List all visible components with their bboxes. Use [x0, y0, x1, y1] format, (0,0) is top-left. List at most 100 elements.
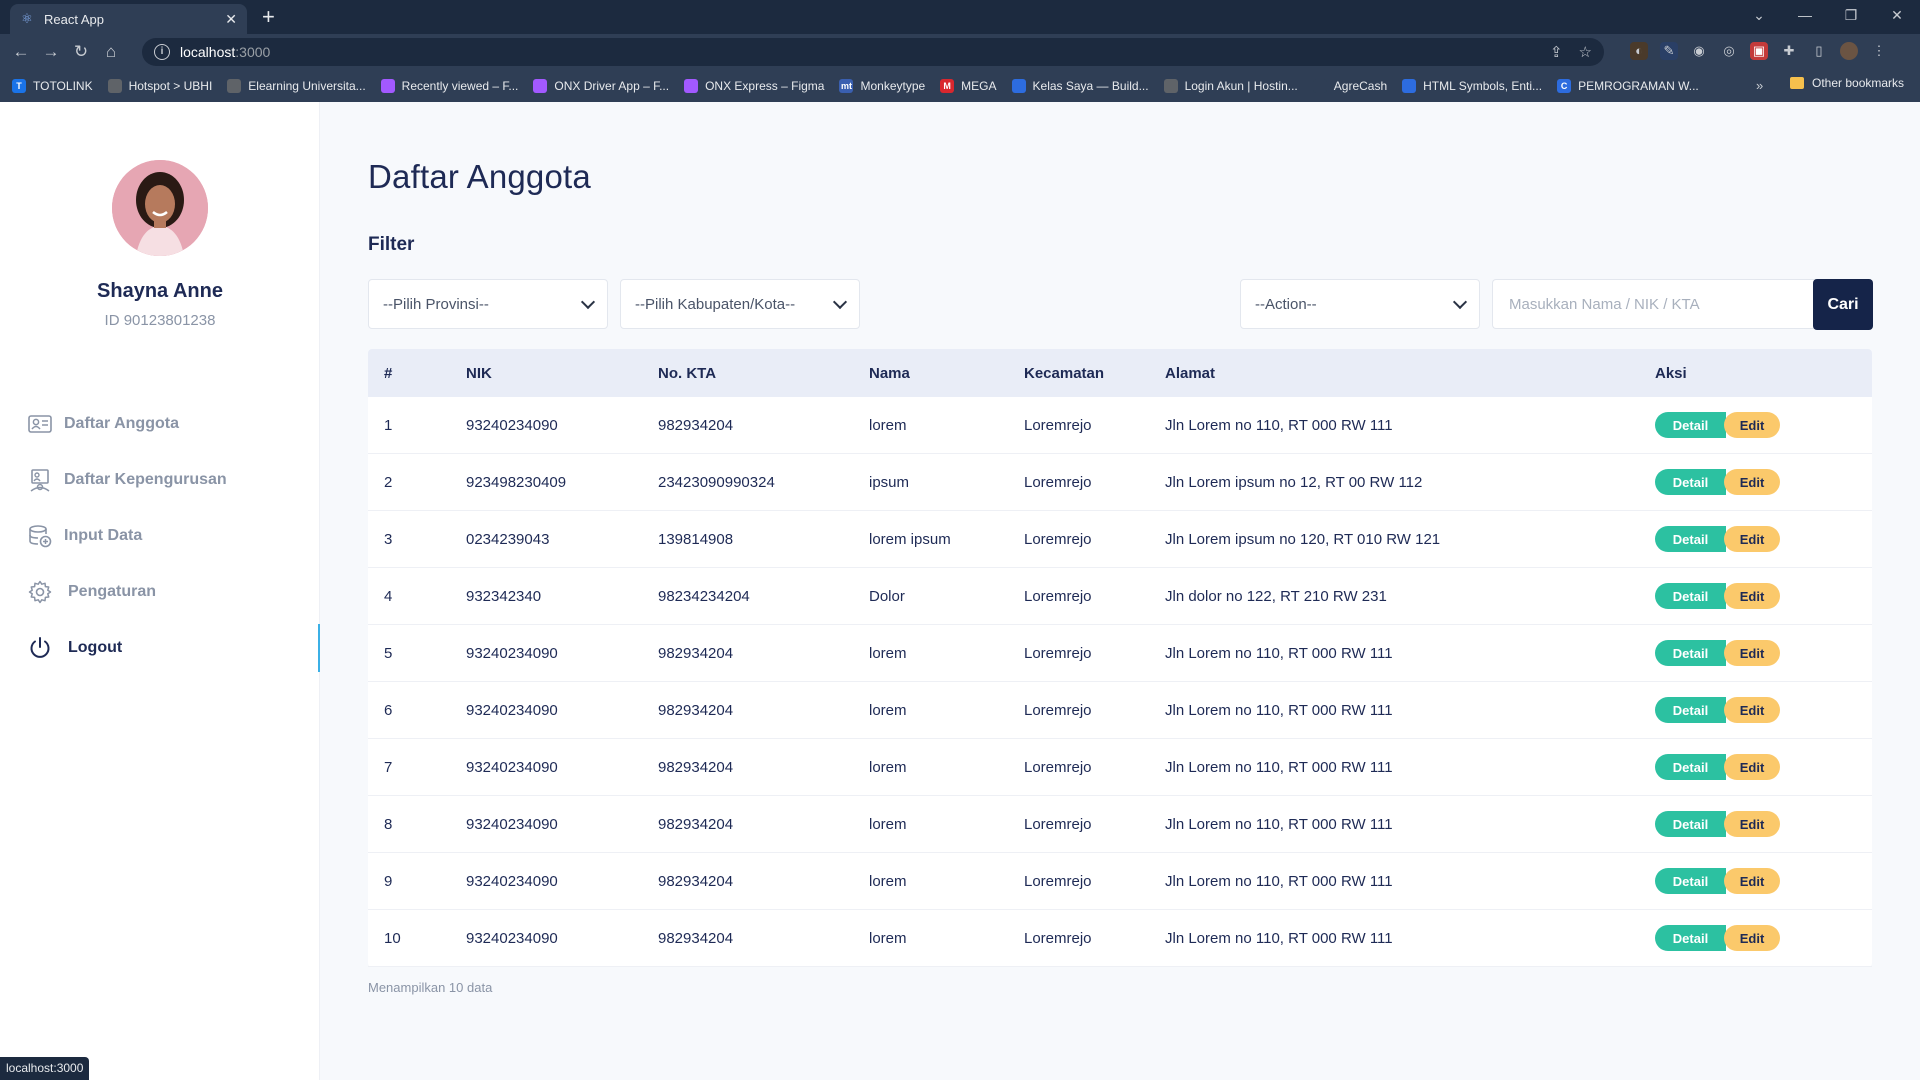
- detail-button[interactable]: Detail: [1655, 754, 1726, 780]
- bookmark-label: Kelas Saya — Build...: [1032, 79, 1149, 93]
- provinsi-select[interactable]: --Pilih Provinsi--: [368, 279, 608, 329]
- edit-button[interactable]: Edit: [1724, 412, 1780, 438]
- site-info-icon[interactable]: i: [154, 44, 170, 60]
- restore-icon[interactable]: ❐: [1828, 0, 1874, 30]
- close-tab-icon[interactable]: ✕: [225, 11, 237, 28]
- address-bar[interactable]: i localhost:3000 ⇪ ☆: [142, 38, 1604, 66]
- forward-icon[interactable]: →: [36, 42, 66, 62]
- row-number: 7: [384, 758, 393, 776]
- sidebar-item-logout[interactable]: Logout: [0, 624, 321, 672]
- table-row: 7 93240234090 982934204 lorem Loremrejo Jln L…: [368, 739, 1872, 796]
- bookmark-item[interactable]: mt Monkeytype: [839, 79, 925, 93]
- sidebar-item-label: Daftar Anggota: [64, 415, 179, 432]
- back-icon[interactable]: ←: [6, 42, 36, 62]
- row-number: 3: [384, 530, 393, 548]
- profile-id: ID 90123801238: [104, 312, 216, 329]
- detail-button[interactable]: Detail: [1655, 583, 1726, 609]
- home-icon[interactable]: ⌂: [96, 42, 126, 62]
- detail-button[interactable]: Detail: [1655, 640, 1726, 666]
- row-number: 4: [384, 587, 393, 605]
- nik-cell: 93240234090: [466, 872, 558, 890]
- bookmark-item[interactable]: C PEMROGRAMAN W...: [1557, 79, 1699, 93]
- edit-button[interactable]: Edit: [1724, 925, 1780, 951]
- detail-button[interactable]: Detail: [1655, 811, 1726, 837]
- bookmark-item[interactable]: T TOTOLINK: [12, 79, 93, 93]
- detail-button[interactable]: Detail: [1655, 469, 1726, 495]
- edit-button[interactable]: Edit: [1724, 811, 1780, 837]
- kabupaten-select[interactable]: --Pilih Kabupaten/Kota--: [620, 279, 860, 329]
- sidebar-item-pengaturan[interactable]: Pengaturan: [0, 568, 320, 616]
- bookmark-item[interactable]: HTML Symbols, Enti...: [1402, 79, 1542, 93]
- share-icon[interactable]: ⇪: [1550, 43, 1563, 61]
- header-cell: NIK: [466, 364, 492, 382]
- action-select[interactable]: --Action--: [1240, 279, 1480, 329]
- bookmark-item[interactable]: Elearning Universita...: [227, 79, 366, 93]
- table-row: 4 932342340 98234234204 Dolor Loremrejo Jln d…: [368, 568, 1872, 625]
- edit-button[interactable]: Edit: [1724, 640, 1780, 666]
- sidebar-item-label: Input Data: [64, 527, 143, 544]
- sidebar-item-label: Daftar Kepengurusan: [64, 471, 227, 488]
- page-title: Daftar Anggota: [368, 158, 591, 195]
- edit-button[interactable]: Edit: [1724, 583, 1780, 609]
- tab-search-icon[interactable]: ⌄: [1736, 0, 1782, 30]
- bookmark-item[interactable]: Hotspot > UBHI: [107, 79, 212, 93]
- edit-button[interactable]: Edit: [1724, 868, 1780, 894]
- nama-cell: lorem: [869, 758, 907, 776]
- search-input[interactable]: [1492, 279, 1822, 329]
- sidebar-item-input-data[interactable]: Input Data: [0, 512, 320, 560]
- bookmark-item[interactable]: Recently viewed – F...: [380, 79, 518, 93]
- bookmark-item[interactable]: AgreCash: [1312, 79, 1387, 93]
- url-port: :3000: [235, 44, 271, 60]
- bookmark-item[interactable]: ONX Express – Figma: [684, 79, 824, 93]
- bookmark-item[interactable]: ONX Driver App – F...: [533, 79, 669, 93]
- nama-cell: lorem: [869, 416, 907, 434]
- detail-button[interactable]: Detail: [1655, 412, 1726, 438]
- extension-icon[interactable]: ▣: [1750, 42, 1768, 60]
- nama-cell: lorem: [869, 644, 907, 662]
- edit-button[interactable]: Edit: [1724, 469, 1780, 495]
- detail-button[interactable]: Detail: [1655, 697, 1726, 723]
- extension-icon[interactable]: ◐: [1630, 42, 1648, 60]
- aksi-cell: Detail Edit: [1639, 925, 1872, 951]
- bookmark-item[interactable]: Login Akun | Hostin...: [1163, 79, 1298, 93]
- side-panel-icon[interactable]: ▯: [1810, 42, 1828, 60]
- bookmark-favicon-icon: mt: [839, 79, 854, 93]
- nama-cell: lorem: [869, 815, 907, 833]
- edit-button[interactable]: Edit: [1724, 754, 1780, 780]
- bookmarks-bar: T TOTOLINK Hotspot > UBHI Elearning Univers…: [0, 70, 1920, 102]
- reload-icon[interactable]: ↻: [66, 42, 96, 62]
- edit-button[interactable]: Edit: [1724, 697, 1780, 723]
- more-menu-icon[interactable]: ⋮: [1870, 42, 1888, 60]
- detail-button[interactable]: Detail: [1655, 868, 1726, 894]
- window-close-icon[interactable]: ✕: [1874, 0, 1920, 30]
- bookmark-label: Login Akun | Hostin...: [1184, 79, 1298, 93]
- detail-button[interactable]: Detail: [1655, 526, 1726, 552]
- table-row: 1 93240234090 982934204 lorem Loremrejo Jln L…: [368, 397, 1872, 454]
- puzzle-extensions-icon[interactable]: ✚: [1780, 42, 1798, 60]
- bookmark-item[interactable]: Kelas Saya — Build...: [1011, 79, 1149, 93]
- extension-icon[interactable]: ◉: [1690, 42, 1708, 60]
- bookmark-item[interactable]: M MEGA: [940, 79, 997, 93]
- detail-button[interactable]: Detail: [1655, 925, 1726, 951]
- other-bookmarks[interactable]: Other bookmarks: [1790, 76, 1904, 90]
- bookmark-favicon-icon: [1312, 79, 1327, 93]
- browser-tab[interactable]: ⚛ React App ✕: [10, 4, 247, 34]
- kta-cell: 982934204: [658, 872, 734, 890]
- minimize-icon[interactable]: —: [1782, 0, 1828, 30]
- kta-cell: 982934204: [658, 644, 734, 662]
- nik-cell: 932342340: [466, 587, 542, 605]
- sidebar-item-daftar-anggota[interactable]: Daftar Anggota: [0, 400, 320, 448]
- sidebar-item-daftar-kepengurusan[interactable]: Daftar Kepengurusan: [0, 456, 320, 504]
- bookmarks-overflow-icon[interactable]: »: [1756, 78, 1763, 93]
- new-tab-icon[interactable]: +: [262, 4, 275, 30]
- edit-button[interactable]: Edit: [1724, 526, 1780, 552]
- table-row: 10 93240234090 982934204 lorem Loremrejo Jln …: [368, 910, 1872, 967]
- profile-avatar-icon[interactable]: [1840, 42, 1858, 60]
- extension-icon[interactable]: ◎: [1720, 42, 1738, 60]
- bookmark-label: Elearning Universita...: [248, 79, 366, 93]
- bookmark-star-icon[interactable]: ☆: [1579, 43, 1592, 61]
- search-button[interactable]: Cari: [1813, 279, 1873, 330]
- alamat-cell: Jln Lorem no 110, RT 000 RW 111: [1165, 872, 1393, 890]
- extension-icon[interactable]: ✎: [1660, 42, 1678, 60]
- header-cell: #: [384, 364, 393, 382]
